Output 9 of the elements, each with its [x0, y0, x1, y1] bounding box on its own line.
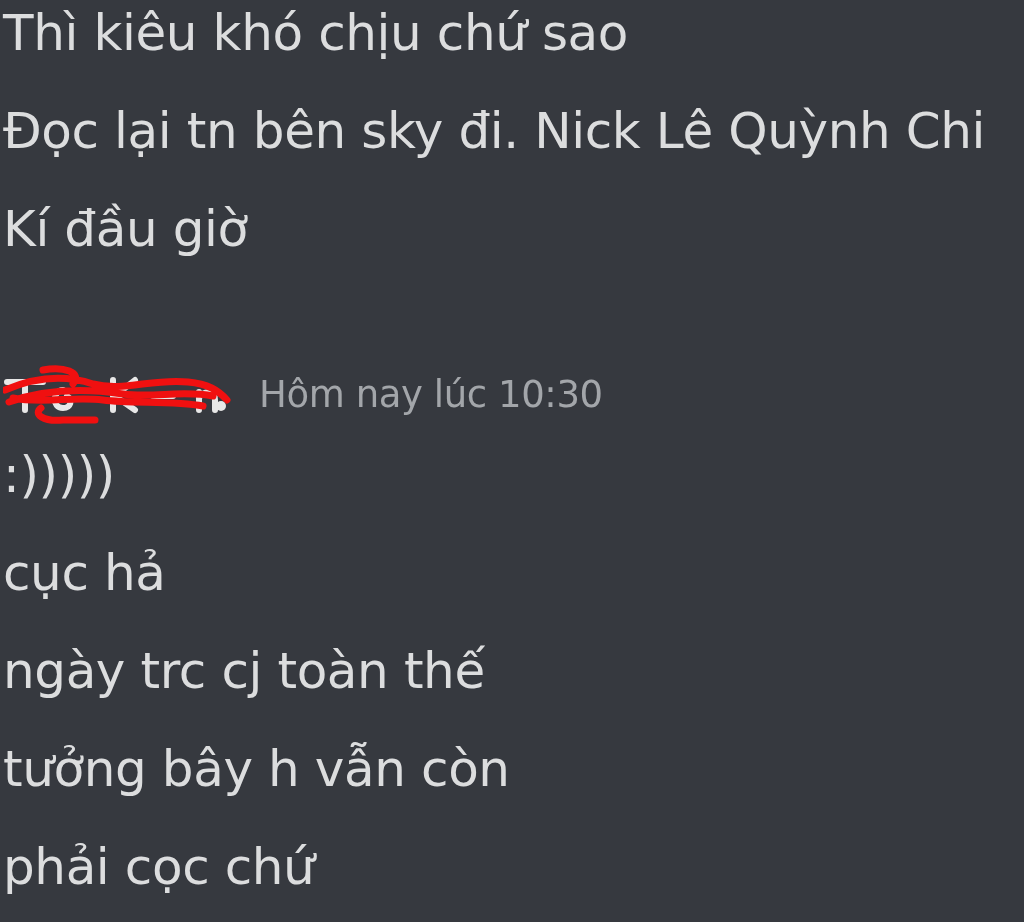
message-text: cục hả	[3, 544, 166, 602]
message-text: tưởng bây h vẫn còn	[3, 740, 510, 798]
message-text: :)))))	[3, 446, 115, 504]
message-timestamp: Hôm nay lúc 10:30	[259, 372, 603, 418]
message-text: Thì kiêu khó chịu chứ sao	[3, 4, 629, 62]
message-text: ngày trc cj toàn thế	[3, 642, 485, 700]
message-text: Kí đầu giờ	[3, 200, 248, 258]
message-text: Đọc lại tn bên sky đi. Nick Lê Quỳnh Chi	[3, 102, 986, 160]
message-text: phải cọc chứ	[3, 838, 315, 896]
